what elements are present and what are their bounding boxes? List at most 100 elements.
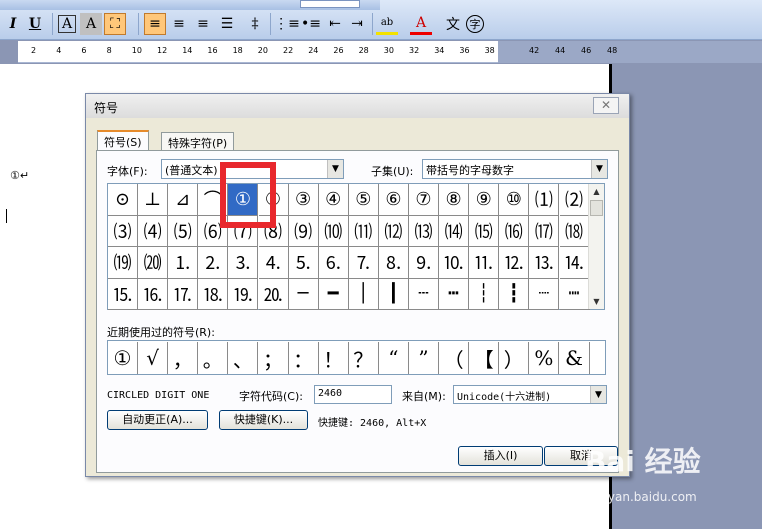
from-select[interactable]: Unicode(十六进制) ▼ [453, 385, 607, 404]
symbol-cell[interactable]: ⑧ [439, 184, 470, 216]
recent-symbol-cell[interactable]: ！ [319, 342, 349, 374]
symbol-cell[interactable]: ⒑ [439, 247, 470, 279]
scroll-down-icon[interactable]: ▼ [589, 294, 604, 309]
symbol-cell[interactable]: ━ [318, 278, 349, 310]
symbol-cell[interactable]: │ [348, 278, 379, 310]
close-button[interactable]: ✕ [593, 97, 619, 114]
symbol-cell[interactable]: ⒙ [198, 278, 229, 310]
horizontal-ruler[interactable]: 2 4 6 8 10 12 14 16 18 20 22 24 26 28 30 32 34 36 38 42 44 4… [0, 41, 762, 63]
symbol-cell[interactable]: ④ [318, 184, 349, 216]
symbol-cell[interactable]: ─ [288, 278, 319, 310]
symbol-cell[interactable]: ⊥ [138, 184, 169, 216]
symbol-cell[interactable]: ⒌ [288, 247, 319, 279]
recent-symbol-cell[interactable]: ： [289, 342, 319, 374]
scroll-thumb[interactable] [590, 200, 603, 216]
subset-select[interactable]: 带括号的字母数字 ▼ [422, 159, 608, 179]
symbol-cell[interactable]: ③ [288, 184, 319, 216]
chevron-down-icon[interactable]: ▼ [590, 386, 606, 403]
symbol-cell[interactable]: ⒛ [258, 278, 289, 310]
distributed-align-icon[interactable]: ☰ [216, 13, 238, 35]
recent-symbol-cell[interactable]: 【 [469, 342, 500, 374]
symbol-cell[interactable]: ⒃ [499, 215, 530, 247]
char-shading-button[interactable]: A [80, 13, 102, 35]
symbol-cell[interactable]: ⑥ [378, 184, 409, 216]
symbol-cell[interactable]: ⒉ [198, 247, 229, 279]
char-border-button[interactable]: A [58, 15, 76, 33]
shortcut-key-button[interactable]: 快捷键(K)... [219, 410, 308, 430]
symbol-cell[interactable]: ⑾ [348, 215, 379, 247]
align-right-button[interactable]: ≡ [192, 13, 214, 35]
chevron-down-icon[interactable]: ▼ [327, 160, 343, 178]
recent-symbol-cell[interactable]: ？ [349, 342, 379, 374]
symbol-cell[interactable]: ⊿ [168, 184, 199, 216]
enclose-char-button[interactable]: 字 [466, 15, 484, 33]
symbol-cell[interactable]: ⒏ [378, 247, 409, 279]
recent-symbol-cell[interactable]: ① [108, 342, 138, 374]
symbol-cell[interactable]: ⒊ [228, 247, 259, 279]
symbol-cell[interactable]: ┄ [409, 278, 439, 310]
recent-symbol-cell[interactable]: ； [259, 342, 289, 374]
numbering-button[interactable]: ⋮≡ [274, 13, 300, 35]
recent-symbol-cell[interactable]: 。 [198, 342, 229, 374]
symbol-cell[interactable]: ⑤ [348, 184, 379, 216]
symbol-cell[interactable]: ⒅ [559, 215, 590, 247]
symbol-cell[interactable]: ⒁ [439, 215, 470, 247]
symbol-cell[interactable]: ⒒ [469, 247, 500, 279]
recent-symbol-cell[interactable]: % [529, 342, 560, 374]
recent-symbol-cell[interactable]: （ [439, 342, 470, 374]
symbol-cell[interactable]: ┅ [439, 278, 470, 310]
font-color-button[interactable]: A [410, 13, 432, 35]
symbol-cell[interactable]: ⒇ [138, 247, 169, 279]
highlight-button[interactable]: ab [376, 13, 398, 35]
symbol-cell[interactable]: ┉ [559, 278, 590, 310]
symbol-cell[interactable]: ⒀ [409, 215, 439, 247]
symbol-cell[interactable]: ⑦ [409, 184, 439, 216]
symbol-cell[interactable]: ⒘ [168, 278, 199, 310]
enclose-toolbar-icon[interactable]: ⛶ [104, 13, 126, 35]
symbol-cell[interactable]: ⑿ [378, 215, 409, 247]
recent-symbol-cell[interactable]: ， [168, 342, 199, 374]
tab-special-chars[interactable]: 特殊字符(P) [161, 132, 235, 151]
symbol-cell[interactable]: ⑼ [288, 215, 319, 247]
grid-scrollbar[interactable]: ▲ ▼ [588, 184, 604, 309]
underline-button[interactable]: U [24, 13, 46, 35]
decrease-indent-button[interactable]: ⇤ [324, 13, 346, 35]
symbol-cell[interactable]: ⒎ [348, 247, 379, 279]
recent-symbol-cell[interactable]: “ [379, 342, 409, 374]
tab-symbols[interactable]: 符号(S) [97, 130, 149, 151]
symbol-cell[interactable]: ⑴ [529, 184, 560, 216]
insert-button[interactable]: 插入(I) [458, 446, 543, 466]
symbol-cell[interactable]: ⒍ [318, 247, 349, 279]
recent-symbol-cell[interactable]: & [560, 342, 590, 374]
recent-symbol-cell[interactable]: ” [409, 342, 439, 374]
symbol-cell[interactable]: ⒕ [559, 247, 590, 279]
recent-symbol-cell[interactable]: 、 [228, 342, 259, 374]
symbol-cell[interactable]: ⑸ [168, 215, 199, 247]
recent-symbol-cell[interactable]: ） [499, 342, 530, 374]
symbol-cell[interactable]: ⒔ [529, 247, 560, 279]
autocorrect-button[interactable]: 自动更正(A)... [107, 410, 208, 430]
recent-symbol-cell[interactable]: √ [138, 342, 169, 374]
symbol-cell[interactable]: ⒗ [138, 278, 169, 310]
symbol-cell[interactable]: ⑽ [318, 215, 349, 247]
italic-button[interactable]: I [2, 13, 24, 35]
symbol-cell[interactable]: ⒋ [258, 247, 289, 279]
symbol-cell[interactable]: ⒄ [529, 215, 560, 247]
symbol-cell[interactable]: ┇ [499, 278, 530, 310]
recent-symbols[interactable]: ① √，。、；：！？ “” （【）% & [107, 340, 606, 375]
dialog-titlebar[interactable]: 符号 ✕ [86, 94, 629, 118]
symbol-cell[interactable]: ⒓ [499, 247, 530, 279]
align-left-button[interactable]: ≡ [144, 13, 166, 35]
symbol-cell[interactable]: ⑷ [138, 215, 169, 247]
symbol-cell[interactable]: ┃ [378, 278, 409, 310]
symbol-cell[interactable]: ⒚ [228, 278, 259, 310]
symbol-cell[interactable]: ⒂ [469, 215, 500, 247]
symbol-cell[interactable]: ⒆ [108, 247, 138, 279]
symbol-cell[interactable]: ⑵ [559, 184, 590, 216]
symbol-grid[interactable]: ⊙ ⊥ ⊿ ⌒ ① ② ③ ④ ⑤ ⑥ ⑦ ⑧ ⑨ ⑩ ⑴ ⑵ ⑶ ⑷ ⑸ ⑹ ⑺ ⑻ ⑼ ⑽ ⑾ ⑿ ⒀ ⒁ ⒂ ⒃ ⒄ ⒅ ⒆ ⒇ ⒈ ⒉ ⒊ ⒋ ⒌ ⒍… [107, 183, 605, 310]
symbol-cell[interactable]: ⑶ [108, 215, 138, 247]
symbol-cell[interactable]: ⊙ [108, 184, 138, 216]
chevron-down-icon[interactable]: ▼ [591, 160, 607, 178]
align-center-button[interactable]: ≡ [168, 13, 190, 35]
increase-indent-button[interactable]: ⇥ [346, 13, 368, 35]
